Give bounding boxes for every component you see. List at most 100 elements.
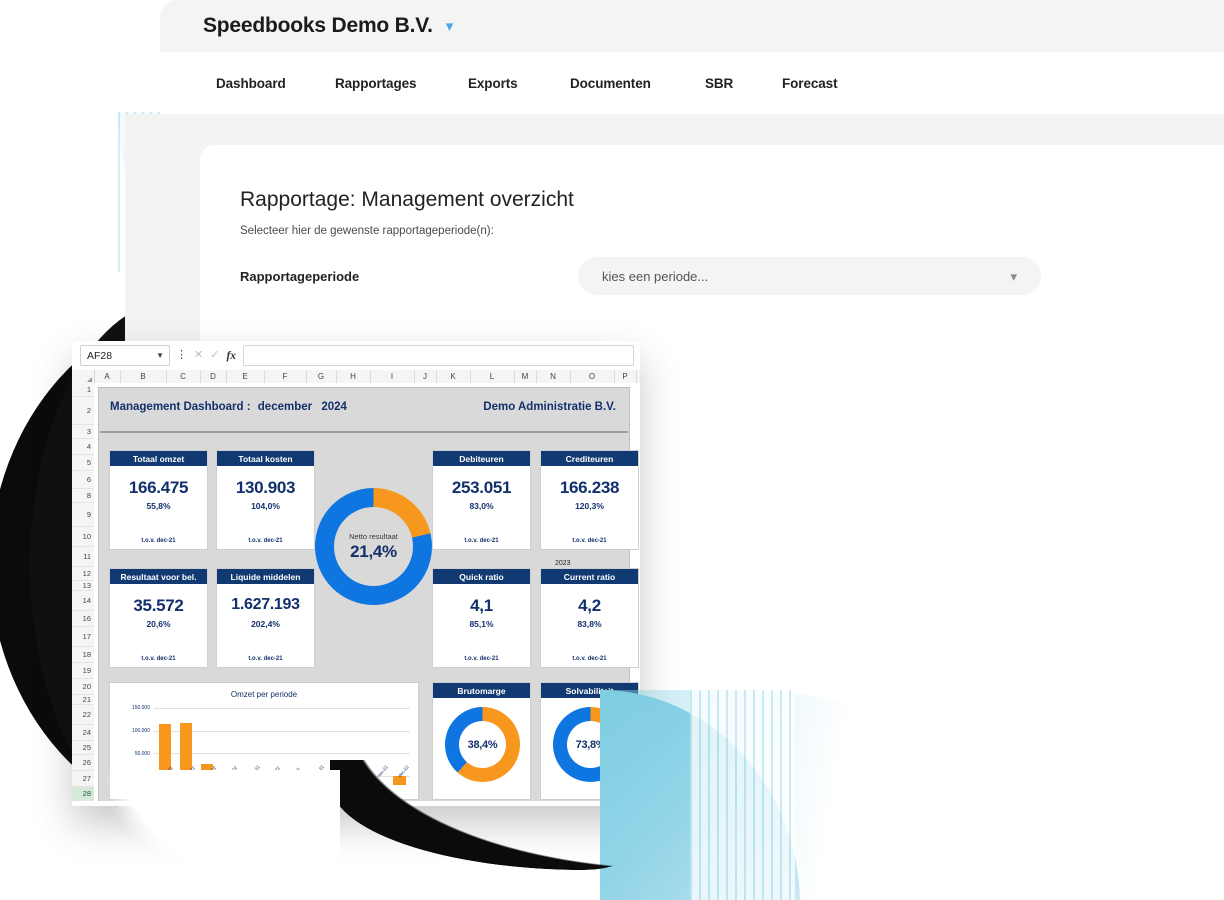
column-header-b[interactable]: B <box>120 370 167 383</box>
chevron-down-icon[interactable]: ▼ <box>156 352 164 360</box>
column-header-p[interactable]: P <box>614 370 637 383</box>
column-header-n[interactable]: N <box>536 370 571 383</box>
chart-ytick-label: 50.000 <box>135 751 150 757</box>
row-header-12[interactable]: 12 <box>72 567 94 581</box>
column-header-e[interactable]: E <box>226 370 265 383</box>
row-header-27[interactable]: 27 <box>72 771 94 787</box>
column-header-l[interactable]: L <box>470 370 515 383</box>
nav-item-documenten[interactable]: Documenten <box>570 76 651 91</box>
row-header-19[interactable]: 19 <box>72 663 94 679</box>
row-header-17[interactable]: 17 <box>72 627 94 647</box>
column-header-o[interactable]: O <box>570 370 615 383</box>
nav-item-forecast[interactable]: Forecast <box>782 76 837 91</box>
row-header-18[interactable]: 18 <box>72 647 94 663</box>
column-header-f[interactable]: F <box>264 370 307 383</box>
gauge-label: Brutomarge <box>433 683 530 698</box>
column-headers: ABCDEFGHIJKLMNOP <box>72 370 640 384</box>
row-header-21[interactable]: 21 <box>72 695 94 705</box>
column-header-m[interactable]: M <box>514 370 537 383</box>
select-all-corner[interactable] <box>72 370 95 383</box>
dashboard-company-name: Demo Administratie B.V. <box>483 401 616 413</box>
period-select[interactable]: kies een periode... ▾ <box>578 257 1041 295</box>
row-header-22[interactable]: 22 <box>72 705 94 725</box>
close-icon[interactable]: ✕ <box>194 350 203 361</box>
row-header-3[interactable]: 3 <box>72 425 94 439</box>
row-header-26[interactable]: 26 <box>72 755 94 771</box>
row-header-28[interactable]: 28 <box>72 787 94 801</box>
dashboard-title-row: Management Dashboard : december 2024 Dem… <box>100 389 628 433</box>
chart-gridline: 50.000 <box>154 753 410 754</box>
kpi-value: 166.238 <box>541 478 638 498</box>
solvabiliteit-donut-chart: 73,8% <box>553 707 628 782</box>
chart-gridline: 100.000 <box>154 731 410 732</box>
kpi-label: Debiteuren <box>433 451 530 466</box>
column-header-g[interactable]: G <box>306 370 337 383</box>
cyan-fade-bottom-decoration <box>600 690 1000 900</box>
excel-window: AF28 ▼ ⋮ ✕ ✓ fx ABCDEFGHIJKLMNOP 1234568… <box>72 341 640 806</box>
row-headers: 1234568910111213141617181920212224252627… <box>72 383 95 806</box>
name-box[interactable]: AF28 ▼ <box>80 345 170 366</box>
column-header-k[interactable]: K <box>436 370 471 383</box>
gauge-value: 38,4% <box>468 739 498 751</box>
excel-bottom-edge <box>72 801 640 806</box>
period-field-label: Rapportageperiode <box>240 269 359 284</box>
nav-item-sbr[interactable]: SBR <box>705 76 733 91</box>
formula-input[interactable] <box>243 345 634 366</box>
chart-gridline: 150.000 <box>154 708 410 709</box>
row-header-11[interactable]: 11 <box>72 547 94 567</box>
nav-item-dashboard[interactable]: Dashboard <box>216 76 286 91</box>
name-box-value: AF28 <box>87 350 112 362</box>
row-header-14[interactable]: 14 <box>72 591 94 611</box>
netto-donut-label: Netto resultaat <box>349 532 398 541</box>
kpi-card-totaal-omzet: Totaal omzet 166.475 55,8% t.o.v. dec-21 <box>109 450 208 550</box>
kpi-card-debiteuren: Debiteuren 253.051 83,0% t.o.v. dec-21 <box>432 450 531 550</box>
row-header-10[interactable]: 10 <box>72 527 94 547</box>
column-header-c[interactable]: C <box>166 370 201 383</box>
check-icon[interactable]: ✓ <box>210 350 219 361</box>
page-subtitle: Selecteer hier de gewenste rapportageper… <box>240 225 494 237</box>
kpi-percent: 55,8% <box>110 501 207 511</box>
app-titlebar: Speedbooks Demo B.V. ▾ <box>160 0 1224 52</box>
row-header-13[interactable]: 13 <box>72 581 94 591</box>
row-header-24[interactable]: 24 <box>72 725 94 741</box>
row-header-9[interactable]: 9 <box>72 503 94 527</box>
nav-item-exports[interactable]: Exports <box>468 76 518 91</box>
row-header-16[interactable]: 16 <box>72 611 94 627</box>
row-header-6[interactable]: 6 <box>72 471 94 489</box>
dashboard-title-month: december <box>258 401 312 413</box>
column-header-i[interactable]: I <box>370 370 415 383</box>
nav-item-rapportages[interactable]: Rapportages <box>335 76 416 91</box>
kpi-label: Totaal kosten <box>217 451 314 466</box>
fx-icon[interactable]: fx <box>226 350 236 362</box>
column-header-d[interactable]: D <box>200 370 227 383</box>
app-title: Speedbooks Demo B.V. <box>203 14 433 38</box>
row-header-2[interactable]: 2 <box>72 397 94 425</box>
gauge-label: Solvabiliteit <box>541 683 638 698</box>
row-header-8[interactable]: 8 <box>72 489 94 503</box>
kpi-percent: 83,8% <box>541 619 638 629</box>
row-header-5[interactable]: 5 <box>72 455 94 471</box>
column-header-a[interactable]: A <box>94 370 121 383</box>
kpi-footer: t.o.v. dec-21 <box>217 538 314 544</box>
row-header-1[interactable]: 1 <box>72 383 94 397</box>
worksheet-grid[interactable]: Management Dashboard : december 2024 Dem… <box>94 383 640 806</box>
row-header-20[interactable]: 20 <box>72 679 94 695</box>
chart-ytick-label: 100.000 <box>132 728 150 734</box>
kpi-card-liquide-middelen: Liquide middelen 1.627.193 202,4% t.o.v.… <box>216 568 315 668</box>
kpi-card-current-ratio: Current ratio 4,2 83,8% t.o.v. dec-21 <box>540 568 639 668</box>
row-header-4[interactable]: 4 <box>72 439 94 455</box>
main-navigation: Dashboard Rapportages Exports Documenten… <box>160 52 1224 114</box>
kpi-footer: t.o.v. dec-21 <box>110 656 207 662</box>
column-header-h[interactable]: H <box>336 370 371 383</box>
kpi-footer: t.o.v. dec-21 <box>217 656 314 662</box>
kpi-card-quick-ratio: Quick ratio 4,1 85,1% t.o.v. dec-21 <box>432 568 531 668</box>
stripes-bottom-decoration <box>690 690 795 900</box>
chart-ytick-label: 0 <box>147 774 150 780</box>
kpi-footer: t.o.v. dec-21 <box>433 538 530 544</box>
gauge-card-solvabiliteit: Solvabiliteit 73,8% <box>540 682 639 800</box>
kpi-percent: 83,0% <box>433 501 530 511</box>
chevron-down-icon[interactable]: ▾ <box>446 19 454 34</box>
row-header-25[interactable]: 25 <box>72 741 94 755</box>
more-vertical-icon[interactable]: ⋮ <box>176 350 187 361</box>
column-header-j[interactable]: J <box>414 370 437 383</box>
